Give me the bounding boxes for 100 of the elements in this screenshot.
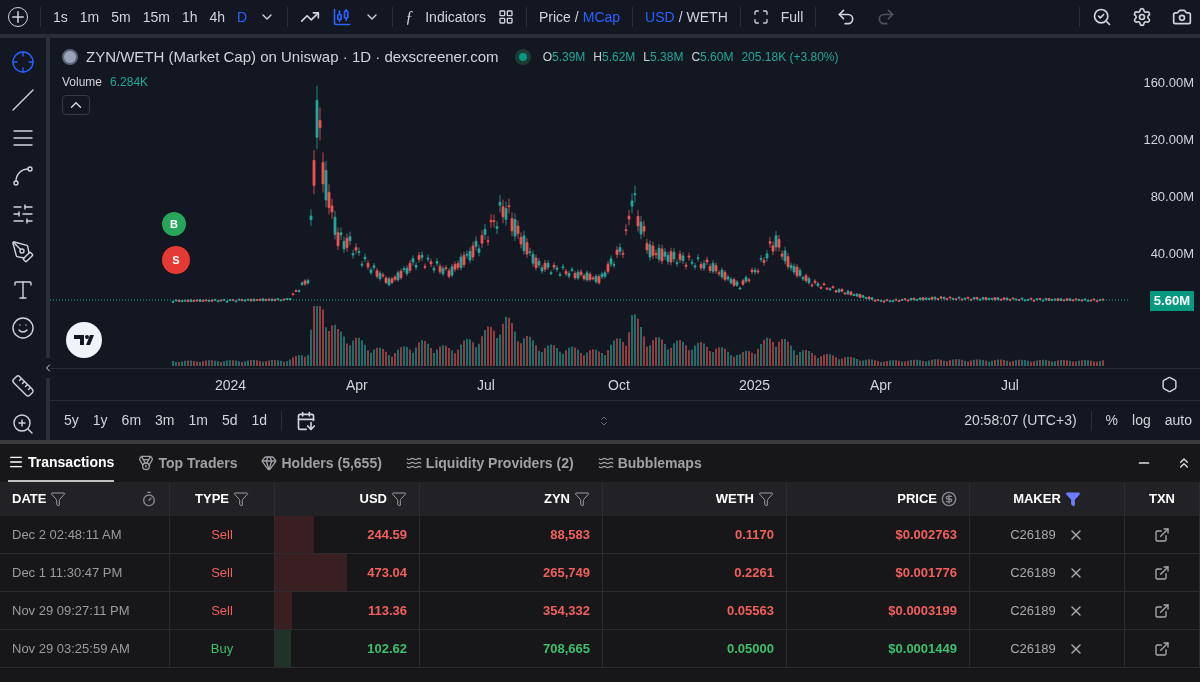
column-header[interactable]: DATE xyxy=(0,482,170,516)
function-icon[interactable]: ƒ xyxy=(405,5,414,29)
layout-grid-icon[interactable] xyxy=(497,9,514,25)
candlestick-icon[interactable] xyxy=(332,7,353,27)
timeframe-button[interactable]: 5m xyxy=(111,6,131,28)
settings-icon[interactable] xyxy=(1132,7,1152,27)
filter-icon[interactable] xyxy=(1064,491,1081,507)
column-header[interactable]: WETH xyxy=(603,482,787,516)
scale-option[interactable]: auto xyxy=(1164,410,1192,431)
table-cell: 102.62 xyxy=(275,630,420,668)
range-button[interactable]: 1y xyxy=(92,410,108,431)
dollar-icon[interactable] xyxy=(941,491,957,507)
settings-hexagon-icon[interactable] xyxy=(1161,376,1178,393)
maker-address[interactable]: C26189 xyxy=(1010,524,1056,545)
panel-tab[interactable]: Bubblemaps xyxy=(597,444,702,482)
timeframe-button[interactable]: 1s xyxy=(53,6,68,28)
table-cell: 113.36 xyxy=(275,592,420,630)
smiley-icon[interactable] xyxy=(11,316,35,340)
toggle-option[interactable]: USD xyxy=(645,6,675,28)
chart-title: ZYN/WETH (Market Cap) on Uniswap · 1D · dexscreener.com xyxy=(86,47,499,67)
filter-icon[interactable] xyxy=(574,491,590,507)
column-header[interactable]: TYPE xyxy=(170,482,275,516)
toggle-option[interactable]: Price xyxy=(538,6,571,28)
column-header[interactable]: PRICE xyxy=(787,482,970,516)
range-button[interactable]: 1d xyxy=(251,410,268,431)
pattern-icon[interactable] xyxy=(11,164,35,188)
clock: 20:58:07 (UTC+3) xyxy=(964,411,1077,430)
timeframe-button[interactable]: 1m xyxy=(79,6,100,28)
indicators-button[interactable]: Indicators xyxy=(425,6,486,28)
y-axis-label: 40.00M xyxy=(1150,245,1194,263)
table-cell: 0.05000 xyxy=(603,630,787,668)
collapse-legend-icon[interactable] xyxy=(62,94,90,115)
crosshair-icon[interactable] xyxy=(11,50,35,74)
panel-tab[interactable]: Top Traders xyxy=(138,444,238,482)
table-cell: 0.1170 xyxy=(603,516,787,554)
waves-icon xyxy=(405,455,422,471)
ruler-icon[interactable] xyxy=(11,374,35,398)
quick-search-icon[interactable] xyxy=(1092,7,1112,27)
column-header[interactable]: TXN xyxy=(1125,482,1200,516)
toggle-option[interactable]: WETH xyxy=(686,6,728,28)
table-cell: Nov 29 09:27:11 PM xyxy=(0,592,170,630)
table-cell: $0.0001449 xyxy=(787,630,970,668)
filter-icon[interactable] xyxy=(758,491,774,507)
volume-label: Volume xyxy=(62,73,103,91)
scale-option[interactable]: % xyxy=(1105,410,1119,431)
maker-address[interactable]: C26189 xyxy=(1010,562,1056,583)
range-button[interactable]: 5d xyxy=(221,410,238,431)
x-axis-label: 2024 xyxy=(215,376,247,395)
maker-address[interactable]: C26189 xyxy=(1010,638,1056,659)
camera-icon[interactable] xyxy=(1172,7,1192,27)
timer-icon[interactable] xyxy=(141,491,157,507)
slash-separator: / xyxy=(574,7,579,27)
filter-icon[interactable] xyxy=(50,491,67,507)
menu-icon xyxy=(8,454,24,470)
timeframe-button[interactable]: 4h xyxy=(209,6,226,28)
slash-separator: / xyxy=(678,7,683,27)
last-price-tag: 5.60M xyxy=(1149,291,1194,311)
full-button[interactable]: Full xyxy=(780,6,804,28)
column-header[interactable]: MAKER xyxy=(970,482,1125,516)
filter-icon[interactable] xyxy=(391,491,407,507)
x-axis-label: Jul xyxy=(477,376,495,395)
range-button[interactable]: 5y xyxy=(64,410,79,431)
filter-icon[interactable] xyxy=(233,491,249,507)
gem-icon xyxy=(261,455,278,471)
external-link-icon[interactable] xyxy=(1154,564,1170,581)
ohlc-value: H5.62M xyxy=(593,49,636,67)
zoom-in-icon[interactable] xyxy=(11,412,35,436)
column-header[interactable]: USD xyxy=(275,482,420,516)
range-button[interactable]: 6m xyxy=(121,410,142,431)
scale-option[interactable]: log xyxy=(1132,410,1151,431)
x-axis-label: Oct xyxy=(608,376,630,395)
pen-icon[interactable] xyxy=(11,240,35,264)
waves-icon xyxy=(597,455,614,471)
calendar-icon[interactable] xyxy=(296,410,317,431)
column-header[interactable]: ZYN xyxy=(420,482,603,516)
table-cell: 354,332 xyxy=(420,592,603,630)
table-cell: Nov 29 03:25:59 AM xyxy=(0,630,170,668)
volume-value: 6.284K xyxy=(110,73,149,91)
range-button[interactable]: 3m xyxy=(155,410,175,431)
line-tool-icon[interactable] xyxy=(11,88,35,112)
timeframe-button[interactable]: D xyxy=(237,6,248,28)
external-link-icon[interactable] xyxy=(1154,640,1170,657)
fullscreen-icon[interactable] xyxy=(752,9,769,25)
timeframe-button[interactable]: 15m xyxy=(142,6,170,28)
text-icon[interactable] xyxy=(11,278,35,302)
panel-tab[interactable]: Holders (5,655) xyxy=(261,444,382,482)
y-axis-label: 160.00M xyxy=(1143,74,1194,92)
external-link-icon[interactable] xyxy=(1154,526,1170,543)
table-cell: $0.002763 xyxy=(787,516,970,554)
trade-marker: S xyxy=(162,246,190,274)
toggle-option[interactable]: MCap xyxy=(582,6,621,28)
sliders-icon[interactable] xyxy=(11,202,35,226)
timeframe-button[interactable]: 1h xyxy=(181,6,198,28)
maker-address[interactable]: C26189 xyxy=(1010,600,1056,621)
x-axis-label: Apr xyxy=(870,376,892,395)
range-button[interactable]: 1m xyxy=(188,410,208,431)
table-cell: 708,665 xyxy=(420,630,603,668)
change-value: 205.18K (+3.80%) xyxy=(741,49,839,67)
external-link-icon[interactable] xyxy=(1154,602,1170,619)
panel-tab[interactable]: Liquidity Providers (2) xyxy=(405,444,574,482)
